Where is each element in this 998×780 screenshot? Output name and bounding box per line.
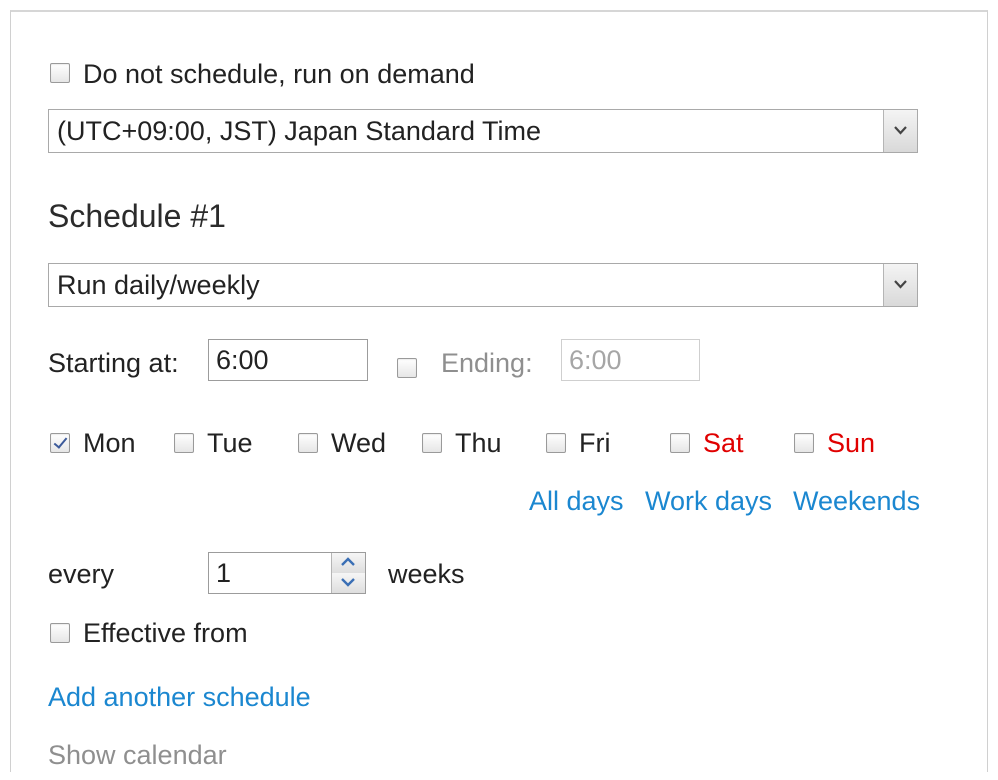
schedule-mode-value: Run daily/weekly (57, 270, 260, 300)
schedule-title: Schedule #1 (48, 198, 226, 234)
day-mon-checkbox[interactable] (50, 433, 70, 453)
day-wed-checkbox[interactable] (298, 433, 318, 453)
starting-at-label: Starting at: (48, 348, 179, 378)
day-sat-checkbox[interactable] (670, 433, 690, 453)
day-fri-checkbox[interactable] (546, 433, 566, 453)
starting-at-input[interactable]: 6:00 (208, 339, 368, 381)
ending-checkbox[interactable] (397, 358, 417, 378)
day-sat-label: Sat (703, 428, 744, 458)
every-value: 1 (216, 558, 232, 588)
ending-input: 6:00 (561, 339, 700, 381)
day-thu-label: Thu (455, 428, 502, 458)
day-sun-checkbox[interactable] (794, 433, 814, 453)
chevron-down-icon (341, 578, 355, 587)
every-stepper[interactable]: 1 (208, 552, 366, 594)
schedule-panel: Do not schedule, run on demand (UTC+09:0… (10, 10, 988, 772)
effective-from-checkbox[interactable] (50, 623, 70, 643)
day-sun-label: Sun (827, 428, 876, 458)
timezone-dropdown-button[interactable] (883, 110, 917, 152)
day-wed-label: Wed (331, 428, 387, 458)
day-tue-label: Tue (207, 428, 253, 458)
every-unit-label: weeks (388, 559, 465, 589)
increment-button[interactable] (331, 553, 365, 573)
day-tue-checkbox[interactable] (174, 433, 194, 453)
show-calendar-link[interactable]: Show calendar (48, 739, 227, 771)
schedule-mode-select[interactable]: Run daily/weekly (48, 263, 918, 307)
chevron-down-icon (894, 280, 907, 289)
all-days-link[interactable]: All days (529, 485, 624, 517)
day-mon-label: Mon (83, 428, 136, 458)
weekends-link[interactable]: Weekends (793, 485, 920, 517)
decrement-button[interactable] (331, 573, 365, 593)
run-on-demand-label: Do not schedule, run on demand (83, 59, 475, 89)
chevron-up-icon (341, 557, 355, 566)
work-days-link[interactable]: Work days (645, 485, 772, 517)
chevron-down-icon (894, 126, 907, 135)
timezone-value: (UTC+09:00, JST) Japan Standard Time (57, 116, 541, 146)
timezone-select[interactable]: (UTC+09:00, JST) Japan Standard Time (48, 109, 918, 153)
day-fri-label: Fri (579, 428, 611, 458)
day-thu-checkbox[interactable] (422, 433, 442, 453)
effective-from-label: Effective from (83, 618, 248, 648)
run-on-demand-checkbox[interactable] (50, 63, 70, 83)
every-label: every (48, 559, 115, 589)
schedule-mode-dropdown-button[interactable] (883, 264, 917, 306)
ending-label: Ending: (441, 348, 533, 378)
add-another-schedule-link[interactable]: Add another schedule (48, 681, 311, 713)
